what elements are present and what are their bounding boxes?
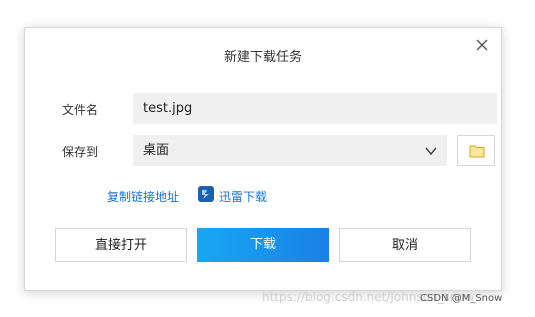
browse-folder-button[interactable] xyxy=(457,135,495,166)
thunder-icon xyxy=(198,186,214,202)
close-button[interactable] xyxy=(473,36,491,54)
saveto-select[interactable]: 桌面 xyxy=(133,135,447,166)
close-icon xyxy=(476,39,488,51)
cancel-button[interactable]: 取消 xyxy=(339,228,471,262)
open-button[interactable]: 直接打开 xyxy=(55,228,187,262)
filename-label: 文件名 xyxy=(62,103,99,117)
thunder-download-link[interactable]: 迅雷下载 xyxy=(219,188,267,205)
saveto-label: 保存到 xyxy=(62,145,99,159)
dialog-title: 新建下载任务 xyxy=(223,50,302,65)
saveto-value: 桌面 xyxy=(143,143,170,158)
folder-icon xyxy=(469,145,485,158)
download-dialog: 新建下载任务 文件名 保存到 桌面 复制链接地址 迅雷下载 直接打开 下载 取消 xyxy=(24,27,502,291)
download-button[interactable]: 下载 xyxy=(197,228,329,262)
watermark-user: CSDN @M_Snow xyxy=(420,293,503,304)
chevron-down-icon xyxy=(425,147,437,156)
copy-link-button[interactable]: 复制链接地址 xyxy=(107,188,179,205)
filename-input[interactable] xyxy=(133,93,497,124)
